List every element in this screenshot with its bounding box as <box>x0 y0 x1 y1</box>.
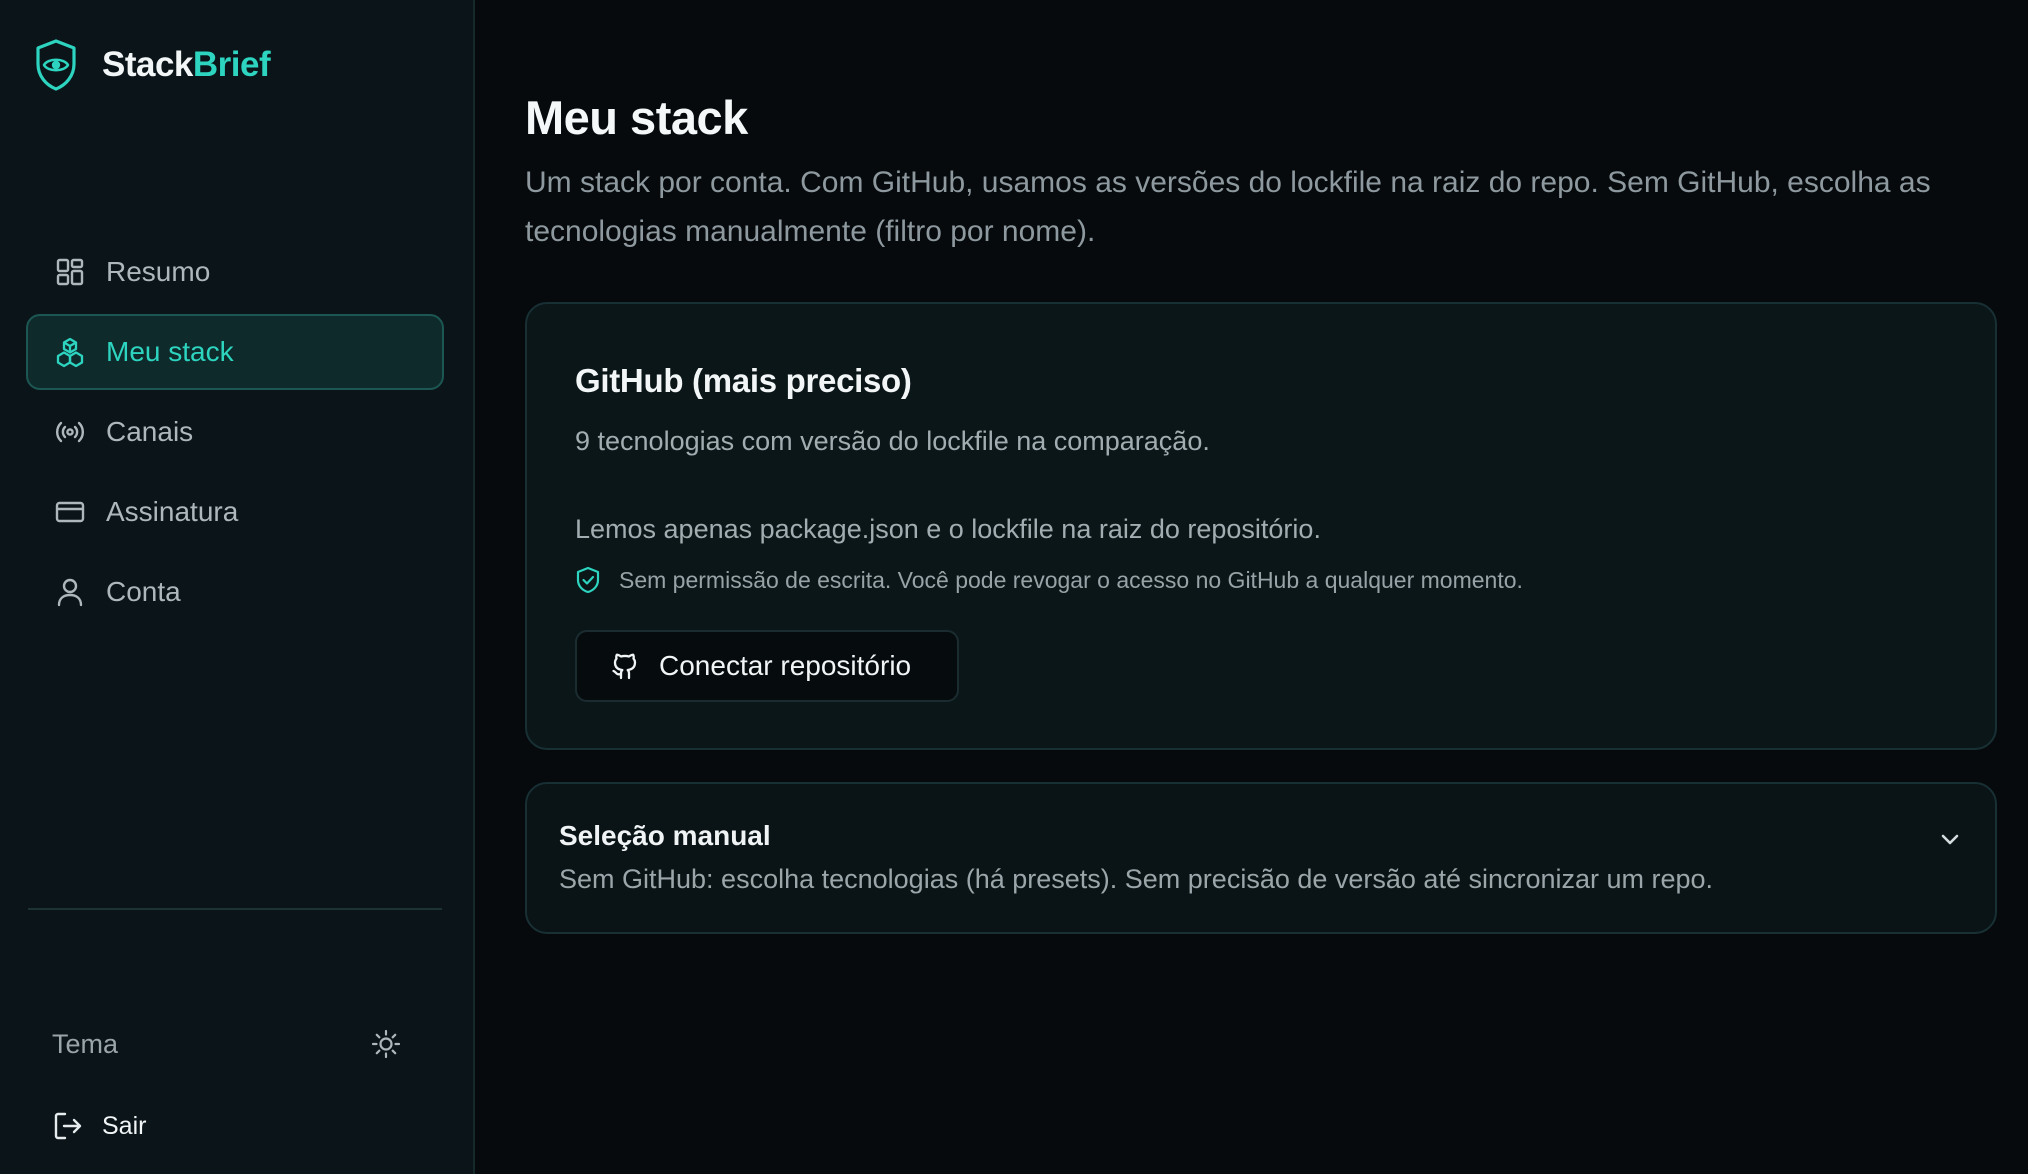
manual-selection-accordion[interactable]: Seleção manual Sem GitHub: escolha tecno… <box>525 782 1997 934</box>
sidebar-item-label: Meu stack <box>106 336 234 367</box>
sidebar-item-resumo[interactable]: Resumo <box>26 234 444 310</box>
sidebar-item-label: Resumo <box>106 256 211 287</box>
sidebar-item-label: Assinatura <box>106 496 239 527</box>
user-icon <box>57 578 83 607</box>
github-icon <box>612 653 637 680</box>
chevron-down-icon[interactable] <box>1935 824 1965 854</box>
tech-count-text: 9 tecnologias com versão do lockfile na … <box>575 426 1210 456</box>
page-description: Um stack por conta. Com GitHub, usamos a… <box>525 166 1931 248</box>
lockfile-note: Lemos apenas package.json e o lockfile n… <box>575 514 1321 544</box>
theme-row: Tema <box>52 1022 402 1066</box>
cubes-icon <box>56 337 84 368</box>
theme-label: Tema <box>52 1028 119 1059</box>
logout-icon <box>54 1112 82 1140</box>
manual-selection-description: Sem GitHub: escolha tecnologias (há pres… <box>559 864 1714 894</box>
sidebar-divider <box>28 908 442 910</box>
permission-text: Sem permissão de escrita. Você pode revo… <box>619 566 1523 593</box>
brand[interactable]: StackBrief <box>34 38 271 92</box>
sidebar-item-conta[interactable]: Conta <box>26 554 444 630</box>
shield-eye-icon <box>36 39 76 91</box>
permission-note: Sem permissão de escrita. Você pode revo… <box>575 566 1523 594</box>
sidebar-item-label: Canais <box>106 416 194 447</box>
github-card: GitHub (mais preciso) 9 tecnologias com … <box>525 302 1997 750</box>
sidebar-item-assinatura[interactable]: Assinatura <box>26 474 444 550</box>
manual-selection-title: Seleção manual <box>559 820 771 851</box>
logout-button[interactable]: Sair <box>52 1106 146 1146</box>
broadcast-icon <box>56 421 84 443</box>
credit-card-icon <box>55 501 85 523</box>
app-root: StackBrief Resumo Meu stack Canais Assin… <box>0 0 2028 1174</box>
connect-repo-label: Conectar repositório <box>659 650 912 681</box>
main-content: Meu stack Um stack por conta. Com GitHub… <box>475 0 2028 1174</box>
brand-name: StackBrief <box>102 45 271 84</box>
sidebar-item-label: Conta <box>106 576 181 607</box>
github-card-title: GitHub (mais preciso) <box>575 362 912 399</box>
connect-repo-button[interactable]: Conectar repositório <box>575 630 959 702</box>
sidebar-item-meu-stack[interactable]: Meu stack <box>26 314 444 390</box>
logout-label: Sair <box>102 1111 147 1140</box>
grid-icon <box>56 258 84 286</box>
sidebar-nav: Resumo Meu stack Canais Assinatura Conta <box>26 234 444 634</box>
shield-check-icon <box>576 566 600 594</box>
sun-icon[interactable] <box>370 1028 402 1060</box>
sidebar: StackBrief Resumo Meu stack Canais Assin… <box>0 0 475 1174</box>
page-title: Meu stack <box>525 91 748 144</box>
sidebar-item-canais[interactable]: Canais <box>26 394 444 470</box>
